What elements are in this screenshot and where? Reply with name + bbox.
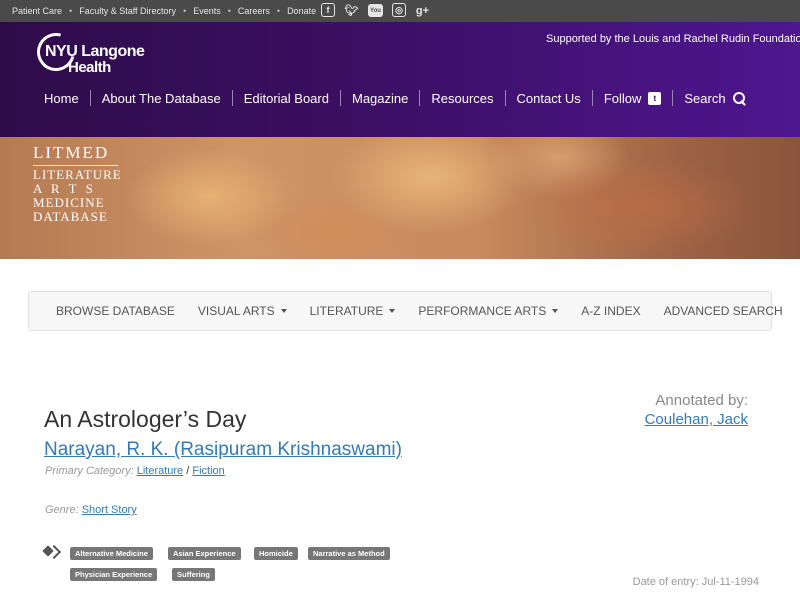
nav-divider [591,90,593,106]
genre: Genre: Short Story [45,504,137,516]
visual-arts-dropdown[interactable]: VISUAL ARTS [198,304,287,318]
literature-label: LITERATURE [309,304,384,318]
follow-label: Follow [603,90,642,106]
banner-underline [33,165,118,166]
category-literature-link[interactable]: Literature [137,465,183,477]
annotator-link[interactable]: Coulehan, Jack [645,411,748,428]
category-separator: / [183,465,193,477]
nav-magazine[interactable]: Magazine [352,91,408,106]
logo-text-line2: Health [68,59,111,76]
utility-separator: • [227,6,231,16]
social-links: f 🐦︎ You ◎ g+ [321,3,430,18]
nav-editorial-board[interactable]: Editorial Board [244,91,329,106]
nyu-langone-logo[interactable]: NYU Langone Health [30,26,145,78]
banner-line-arts: A R T S [33,181,96,196]
careers-link[interactable]: Careers [238,6,270,16]
facebook-icon[interactable]: f [321,3,335,17]
litmed-banner: LITMED LITERATURE A R T S MEDICINE DATAB… [0,137,800,259]
primary-category: Primary Category: Literature / Fiction [45,465,225,477]
utility-links: Patient Care • Faculty & Staff Directory… [12,0,316,22]
nav-divider [672,90,674,106]
nav-contact-us[interactable]: Contact Us [517,91,581,106]
donate-link[interactable]: Donate [287,6,316,16]
literature-dropdown[interactable]: LITERATURE [310,304,396,318]
advanced-search-link[interactable]: ADVANCED SEARCH [664,304,783,318]
tag-narrative-as-method[interactable]: Narrative as Method [308,547,390,560]
genre-short-story-link[interactable]: Short Story [82,504,137,516]
browse-database-link[interactable]: BROWSE DATABASE [56,304,175,318]
nav-about-database[interactable]: About The Database [102,91,221,106]
caret-down-icon [389,309,396,313]
genre-label: Genre: [45,504,79,516]
performance-arts-dropdown[interactable]: PERFORMANCE ARTS [418,304,559,318]
nav-follow[interactable]: Follow t [604,91,662,106]
utility-separator: • [276,6,281,16]
twitter-icon[interactable]: 🐦︎ [344,3,359,18]
utility-separator: • [69,6,73,16]
nav-divider [231,90,233,106]
primary-category-label: Primary Category: [45,465,134,477]
nav-divider [339,90,341,106]
nav-divider [89,90,91,106]
nav-divider [419,90,421,106]
main-nav: Home About The Database Editorial Board … [44,90,746,106]
events-link[interactable]: Events [193,6,221,16]
nav-divider [504,90,506,106]
tag-alternative-medicine[interactable]: Alternative Medicine [70,547,153,560]
banner-litmed-title: LITMED [33,143,110,162]
database-nav: BROWSE DATABASE VISUAL ARTS LITERATURE P… [28,291,783,331]
youtube-icon[interactable]: You [368,4,383,17]
category-fiction-link[interactable]: Fiction [192,465,224,477]
banner-line-medicine: MEDICINE [33,195,105,210]
nav-home[interactable]: Home [44,91,79,106]
faculty-directory-link[interactable]: Faculty & Staff Directory [79,6,176,16]
banner-line-database: DATABASE [33,209,108,224]
banner-line-literature: LITERATURE [33,167,122,182]
caret-down-icon [280,309,287,313]
visual-arts-label: VISUAL ARTS [197,304,275,318]
author-link[interactable]: Narayan, R. K. (Rasipuram Krishnaswami) [44,439,402,461]
search-icon [732,91,746,105]
tags-icon [44,547,58,558]
nav-search[interactable]: Search [684,91,745,106]
twitter-icon: t [648,91,662,105]
utility-bar: Patient Care • Faculty & Staff Directory… [0,0,800,22]
tag-physician-experience[interactable]: Physician Experience [70,568,158,581]
tag-asian-experience[interactable]: Asian Experience [168,547,241,560]
instagram-icon[interactable]: ◎ [392,3,406,17]
site-header: NYU Langone Health Supported by the Loui… [0,22,800,137]
performance-arts-label: PERFORMANCE ARTS [418,304,547,318]
caret-down-icon [552,309,559,313]
az-index-link[interactable]: A-Z INDEX [581,304,640,318]
tag-homicide[interactable]: Homicide [254,547,298,560]
annotated-by-label: Annotated by: [655,392,748,409]
search-label: Search [684,90,726,106]
entry-title: An Astrologer’s Day [44,406,247,432]
google-plus-icon[interactable]: g+ [415,3,430,18]
tag-suffering[interactable]: Suffering [172,568,215,581]
date-of-entry: Date of entry: Jul-11-1994 [632,576,759,588]
utility-separator: • [183,6,187,16]
supported-by-text: Supported by the Louis and Rachel Rudin … [546,33,800,45]
nav-resources[interactable]: Resources [431,91,493,106]
patient-care-link[interactable]: Patient Care [12,6,62,16]
